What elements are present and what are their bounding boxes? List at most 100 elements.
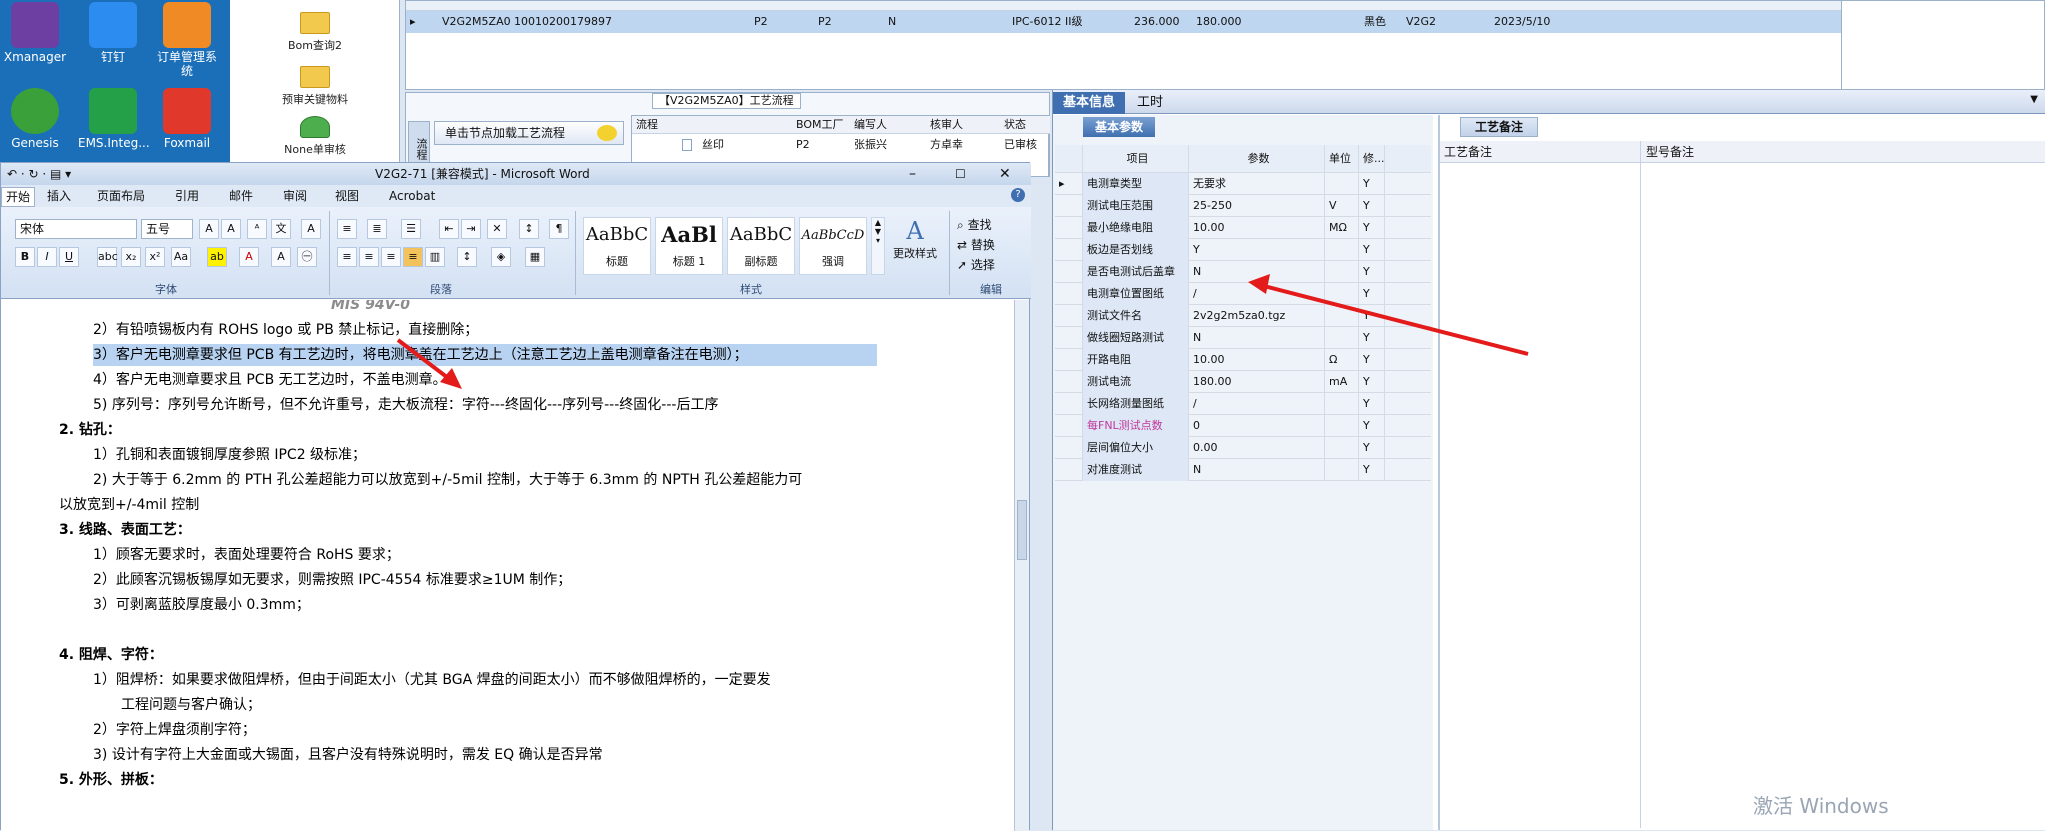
table-row[interactable]: 丝印 P2 张振兴 方卓幸 已审核	[632, 136, 1050, 154]
selected-paragraph[interactable]: 3）客户无电测章要求但 PCB 有工艺边时，将电测章盖在工艺边上（注意工艺边上盖…	[93, 344, 877, 366]
table-row[interactable]: 开路电阻 10.00 Ω Y	[1055, 349, 1431, 371]
table-row[interactable]: 测试电压范围 25-250 V Y	[1055, 195, 1431, 217]
align-right-icon[interactable]: ≡	[381, 247, 401, 267]
param-value[interactable]: 180.00	[1189, 371, 1325, 393]
vertical-scrollbar[interactable]	[1014, 300, 1029, 831]
document-paragraph[interactable]: 3) 设计有字符上大金面或大锡面，且客户没有特殊说明时，需发 EQ 确认是否异常	[93, 744, 603, 766]
change-styles-button[interactable]: A 更改样式	[891, 217, 939, 279]
tab-basic-info[interactable]: 基本信息	[1053, 92, 1126, 114]
table-row[interactable]: ▸ V2G2M5ZA0 10010200179897 P2 P2 N IPC-6…	[406, 11, 1841, 33]
document-paragraph[interactable]: 1）孔铜和表面镀铜厚度参照 IPC2 级标准；	[93, 444, 366, 466]
table-row[interactable]: 层间偏位大小 0.00 Y	[1055, 437, 1431, 459]
grow-font-icon[interactable]: A	[199, 219, 219, 239]
chevron-down-icon[interactable]: ▼	[2030, 94, 2038, 105]
param-value[interactable]: 10.00	[1189, 349, 1325, 371]
minimize-button[interactable]: –	[909, 163, 916, 185]
param-value[interactable]: 无要求	[1189, 173, 1325, 195]
change-case-icon[interactable]: Aa	[171, 247, 191, 267]
italic-icon[interactable]: I	[37, 247, 57, 267]
desktop-icon-ems[interactable]: EMS.Integ...	[78, 88, 150, 150]
document-paragraph[interactable]: 2) 大于等于 6.2mm 的 PTH 孔公差超能力可以放宽到+/-5mil 控…	[93, 469, 802, 491]
char-border-icon[interactable]: A	[301, 219, 321, 239]
document-paragraph[interactable]: 2）字符上焊盘须削字符；	[93, 719, 256, 741]
tab-review[interactable]: 审阅	[279, 187, 311, 205]
table-row[interactable]: 电测章位置图纸 / Y	[1055, 283, 1431, 305]
param-value[interactable]: 10.00	[1189, 217, 1325, 239]
tab-home[interactable]: 开始	[1, 187, 36, 207]
numbering-icon[interactable]: ≣	[367, 219, 387, 239]
close-button[interactable]: ✕	[999, 163, 1011, 185]
desktop-icon-dingtalk[interactable]: 钉钉	[78, 2, 148, 64]
style-subtitle[interactable]: AaBbC 副标题	[727, 217, 795, 275]
tab-mailings[interactable]: 邮件	[225, 187, 257, 205]
desktop-icon-xmanager[interactable]: Xmanager	[0, 2, 70, 64]
shading-icon[interactable]: ◈	[491, 247, 511, 267]
style-heading1[interactable]: AaBl 标题 1	[655, 217, 723, 275]
document-paragraph[interactable]: 以放宽到+/-4mil 控制	[59, 494, 199, 516]
select-button[interactable]: ➚ 选择	[957, 255, 995, 275]
param-value[interactable]: 0	[1189, 415, 1325, 437]
phonetic-icon[interactable]: 文	[271, 219, 291, 239]
style-title[interactable]: AaBbC 标题	[583, 217, 651, 275]
document-paragraph[interactable]: MIS 94V-0	[331, 300, 410, 316]
align-center-icon[interactable]: ≡	[359, 247, 379, 267]
param-value[interactable]: 25-250	[1189, 195, 1325, 217]
multilevel-list-icon[interactable]: ☰	[401, 219, 421, 239]
document-paragraph[interactable]: 4）客户无电测章要求且 PCB 无工艺边时，不盖电测章。	[93, 369, 447, 391]
param-value[interactable]: N	[1189, 459, 1325, 481]
param-value[interactable]: /	[1189, 283, 1325, 305]
font-name-select[interactable]: 宋体	[15, 219, 137, 239]
tab-basic-params[interactable]: 基本参数	[1083, 117, 1156, 137]
table-row[interactable]: 最小绝缘电阻 10.00 MΩ Y	[1055, 217, 1431, 239]
sort-icon[interactable]: ↕	[519, 219, 539, 239]
tab-references[interactable]: 引用	[171, 187, 203, 205]
section-heading[interactable]: 2. 钻孔：	[59, 419, 121, 441]
enclose-char-icon[interactable]: ㊀	[297, 247, 317, 267]
maximize-button[interactable]: ☐	[955, 163, 966, 185]
tab-hours[interactable]: 工时	[1127, 92, 1173, 114]
bold-icon[interactable]: B	[15, 247, 35, 267]
char-shading-icon[interactable]: A	[271, 247, 291, 267]
document-paragraph[interactable]: 1）阻焊桥：如果要求做阻焊桥，但由于间距太小（尤其 BGA 焊盘的间距太小）而不…	[93, 669, 771, 691]
desktop-icon-genesis[interactable]: Genesis	[0, 88, 70, 150]
param-value[interactable]: N	[1189, 261, 1325, 283]
table-row[interactable]: ▸ 电测章类型 无要求 Y	[1055, 173, 1431, 195]
clear-format-icon[interactable]: ᴬ	[247, 219, 267, 239]
font-color-icon[interactable]: A	[239, 247, 259, 267]
tab-process-notes[interactable]: 工艺备注	[1460, 117, 1539, 137]
borders-icon[interactable]: ▦	[525, 247, 545, 267]
desktop-icon-order-system[interactable]: 订单管理系统	[152, 2, 222, 78]
table-row[interactable]: 每FNL测试点数 0 Y	[1055, 415, 1431, 437]
load-process-button[interactable]: 单击节点加载工艺流程	[434, 121, 624, 145]
desktop-icon-foxmail[interactable]: Foxmail	[152, 88, 222, 150]
line-spacing-icon[interactable]: ↕	[457, 247, 477, 267]
help-icon[interactable]: ?	[1011, 188, 1025, 202]
find-button[interactable]: ⌕ 查找	[957, 215, 995, 235]
chinese-layout-icon[interactable]: ✕	[487, 219, 507, 239]
table-row[interactable]: 对准度测试 N Y	[1055, 459, 1431, 481]
param-value[interactable]: N	[1189, 327, 1325, 349]
table-row[interactable]: 是否电测试后盖章 N Y	[1055, 261, 1431, 283]
param-value[interactable]: /	[1189, 393, 1325, 415]
show-marks-icon[interactable]: ¶	[549, 219, 569, 239]
document-paragraph[interactable]: 2）有铅喷锡板内有 ROHS logo 或 PB 禁止标记，直接删除；	[93, 319, 478, 341]
style-gallery-scroll[interactable]: ▲ ▼ ▾	[871, 217, 885, 275]
subscript-icon[interactable]: x₂	[121, 247, 141, 267]
distributed-icon[interactable]: ▥	[425, 247, 445, 267]
param-value[interactable]: Y	[1189, 239, 1325, 261]
table-row[interactable]: 长网络测量图纸 / Y	[1055, 393, 1431, 415]
pre-review-item[interactable]: 预审关键物料	[240, 66, 390, 107]
tab-view[interactable]: 视图	[331, 187, 363, 205]
param-value[interactable]: 0.00	[1189, 437, 1325, 459]
section-heading[interactable]: 5. 外形、拼板：	[59, 769, 163, 791]
align-left-icon[interactable]: ≡	[337, 247, 357, 267]
table-row[interactable]: 做线圈短路测试 N Y	[1055, 327, 1431, 349]
superscript-icon[interactable]: x²	[145, 247, 165, 267]
font-size-select[interactable]: 五号	[141, 219, 193, 239]
style-emphasis[interactable]: AaBbCcD 强调	[799, 217, 867, 275]
none-review-item[interactable]: None单审核	[240, 116, 390, 157]
justify-icon[interactable]: ≡	[403, 247, 423, 267]
strikethrough-icon[interactable]: abc	[97, 247, 118, 267]
document-paragraph[interactable]: 5) 序列号：序列号允许断号，但不允许重号，走大板流程：字符---终固化---序…	[93, 394, 718, 416]
quick-access-toolbar[interactable]: ↶ · ↻ · ▤ ▾	[7, 163, 71, 185]
